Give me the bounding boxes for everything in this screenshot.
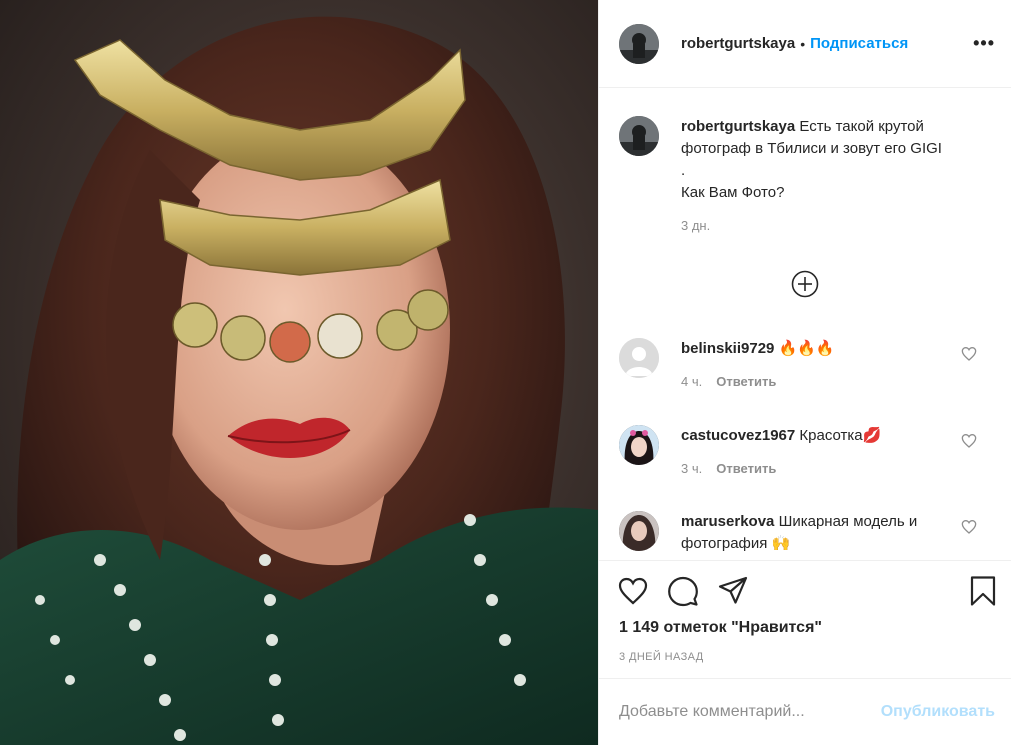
comment-username[interactable]: castucovez1967 bbox=[681, 427, 795, 444]
comment-input[interactable] bbox=[619, 703, 881, 721]
load-more-comments-icon[interactable] bbox=[791, 270, 819, 298]
author-avatar[interactable] bbox=[619, 23, 659, 64]
follow-button[interactable]: Подписаться bbox=[810, 35, 908, 52]
post-panel: robertgurtskaya • Подписаться ••• robert… bbox=[598, 0, 1011, 745]
author-username[interactable]: robertgurtskaya bbox=[681, 35, 795, 52]
heart-icon[interactable] bbox=[617, 575, 649, 607]
likes-count[interactable]: 1 149 отметок "Нравится" bbox=[619, 619, 822, 637]
comment-username[interactable]: belinskii9729 bbox=[681, 340, 774, 357]
reply-button[interactable]: Ответить bbox=[716, 374, 776, 389]
comment-text: 🔥🔥🔥 bbox=[778, 340, 835, 357]
more-options-icon[interactable]: ••• bbox=[973, 33, 995, 54]
comment-item: belinskii9729 🔥🔥🔥 4 ч. Ответить bbox=[619, 338, 999, 389]
caption-username[interactable]: robertgurtskaya bbox=[681, 118, 795, 135]
commenter-avatar[interactable] bbox=[619, 511, 659, 551]
comment-text: Красотка💋 bbox=[799, 427, 882, 444]
comment-like-heart-icon[interactable] bbox=[961, 519, 977, 535]
post-header: robertgurtskaya • Подписаться ••• bbox=[599, 0, 1011, 88]
comment-item: castucovez1967 Красотка💋 3 ч. Ответить bbox=[619, 425, 999, 476]
comment-like-heart-icon[interactable] bbox=[961, 433, 977, 449]
caption-text-line3: Как Вам Фото? bbox=[681, 184, 785, 201]
comments-section[interactable]: robertgurtskaya Есть такой крутой фотогр… bbox=[599, 88, 1011, 560]
separator-dot: • bbox=[800, 35, 806, 52]
caption-text-line2: . bbox=[681, 162, 686, 179]
bookmark-icon[interactable] bbox=[967, 575, 999, 607]
post-date[interactable]: 3 ДНЕЙ НАЗАД bbox=[619, 651, 704, 663]
add-comment-bar: Опубликовать bbox=[599, 678, 1011, 745]
comment-like-heart-icon[interactable] bbox=[961, 346, 977, 362]
comment-icon[interactable] bbox=[667, 575, 699, 607]
comment-time[interactable]: 3 ч. bbox=[681, 461, 702, 476]
comment-username[interactable]: maruserkova bbox=[681, 513, 774, 530]
post-actions: 1 149 отметок "Нравится" 3 ДНЕЙ НАЗАД bbox=[599, 560, 1011, 678]
post-caption: robertgurtskaya Есть такой крутой фотогр… bbox=[619, 116, 999, 233]
caption-time[interactable]: 3 дн. bbox=[681, 218, 710, 233]
caption-avatar[interactable] bbox=[619, 116, 659, 156]
send-icon[interactable] bbox=[717, 575, 749, 607]
portrait-image bbox=[0, 16, 598, 745]
post-comment-button[interactable]: Опубликовать bbox=[881, 703, 995, 721]
post-photo[interactable] bbox=[0, 0, 598, 745]
commenter-avatar[interactable] bbox=[619, 425, 659, 465]
reply-button[interactable]: Ответить bbox=[716, 461, 776, 476]
commenter-avatar[interactable] bbox=[619, 338, 659, 378]
comment-time[interactable]: 4 ч. bbox=[681, 374, 702, 389]
comment-item: maruserkova Шикарная модель и фотография… bbox=[619, 511, 999, 555]
